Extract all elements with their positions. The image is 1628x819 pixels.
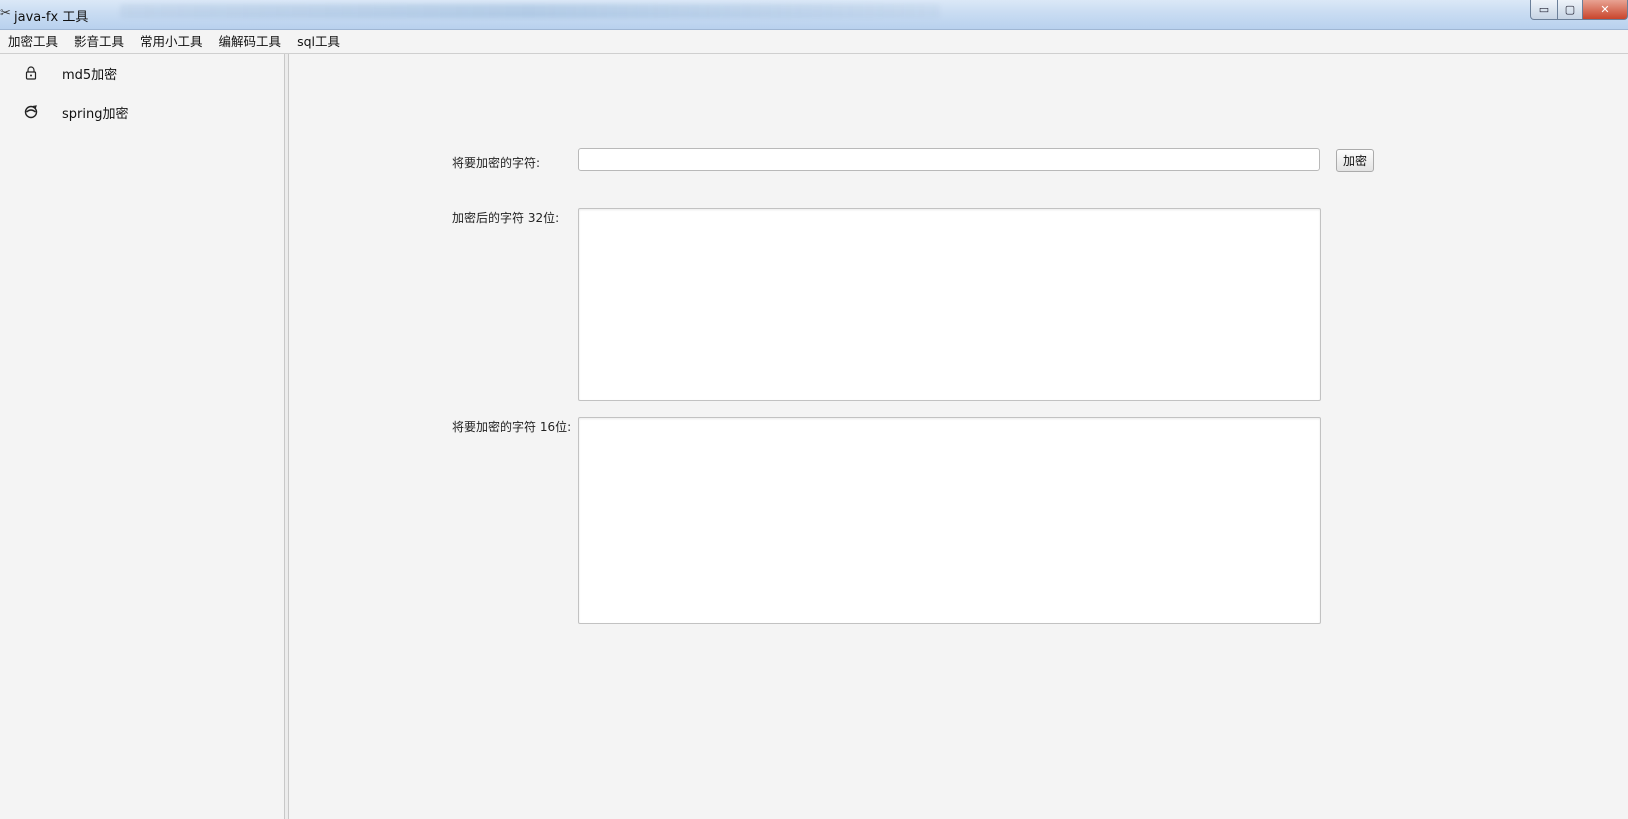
close-button[interactable]: ✕ bbox=[1583, 0, 1628, 20]
menu-bar: 加密工具 影音工具 常用小工具 编解码工具 sql工具 bbox=[0, 30, 1628, 54]
menu-encrypt-tools[interactable]: 加密工具 bbox=[0, 30, 66, 53]
blurred-background-toolbar bbox=[120, 4, 940, 18]
output32-label: 加密后的字符 32位: bbox=[452, 211, 560, 225]
sidebar-item-md5[interactable]: md5加密 bbox=[0, 55, 284, 91]
split-pane-divider[interactable] bbox=[285, 54, 289, 819]
lock-icon bbox=[24, 66, 38, 80]
minimize-button[interactable]: ▭ bbox=[1530, 0, 1558, 20]
menu-codec-tools[interactable]: 编解码工具 bbox=[211, 30, 290, 53]
output16-label: 将要加密的字符 16位: bbox=[452, 420, 572, 434]
sidebar-item-spring[interactable]: spring加密 bbox=[0, 94, 284, 130]
sidebar-item-label: md5加密 bbox=[62, 67, 118, 83]
minimize-icon: ▭ bbox=[1538, 3, 1550, 16]
input-label: 将要加密的字符: bbox=[452, 156, 541, 170]
title-bar: ✂ java-fx 工具 ▭ ▢ ✕ bbox=[0, 0, 1628, 30]
close-icon: ✕ bbox=[1600, 3, 1610, 16]
encrypt-button[interactable]: 加密 bbox=[1336, 149, 1374, 172]
sidebar: md5加密 spring加密 bbox=[0, 54, 285, 819]
menu-media-tools[interactable]: 影音工具 bbox=[66, 30, 132, 53]
tools-icon: ✂ bbox=[0, 6, 11, 21]
maximize-icon: ▢ bbox=[1564, 3, 1576, 16]
maximize-button[interactable]: ▢ bbox=[1558, 0, 1583, 20]
spring-icon bbox=[24, 105, 38, 119]
menu-sql-tools[interactable]: sql工具 bbox=[289, 30, 348, 53]
lock-icon-svg bbox=[25, 66, 37, 80]
window-title: java-fx 工具 bbox=[14, 10, 89, 25]
output16-textarea[interactable] bbox=[578, 417, 1321, 624]
plaintext-input[interactable] bbox=[578, 148, 1320, 171]
sidebar-item-label: spring加密 bbox=[62, 106, 129, 122]
output32-textarea[interactable] bbox=[578, 208, 1321, 401]
menu-common-tools[interactable]: 常用小工具 bbox=[132, 30, 211, 53]
window-controls: ▭ ▢ ✕ bbox=[1530, 0, 1628, 20]
spring-icon-svg bbox=[24, 105, 38, 119]
